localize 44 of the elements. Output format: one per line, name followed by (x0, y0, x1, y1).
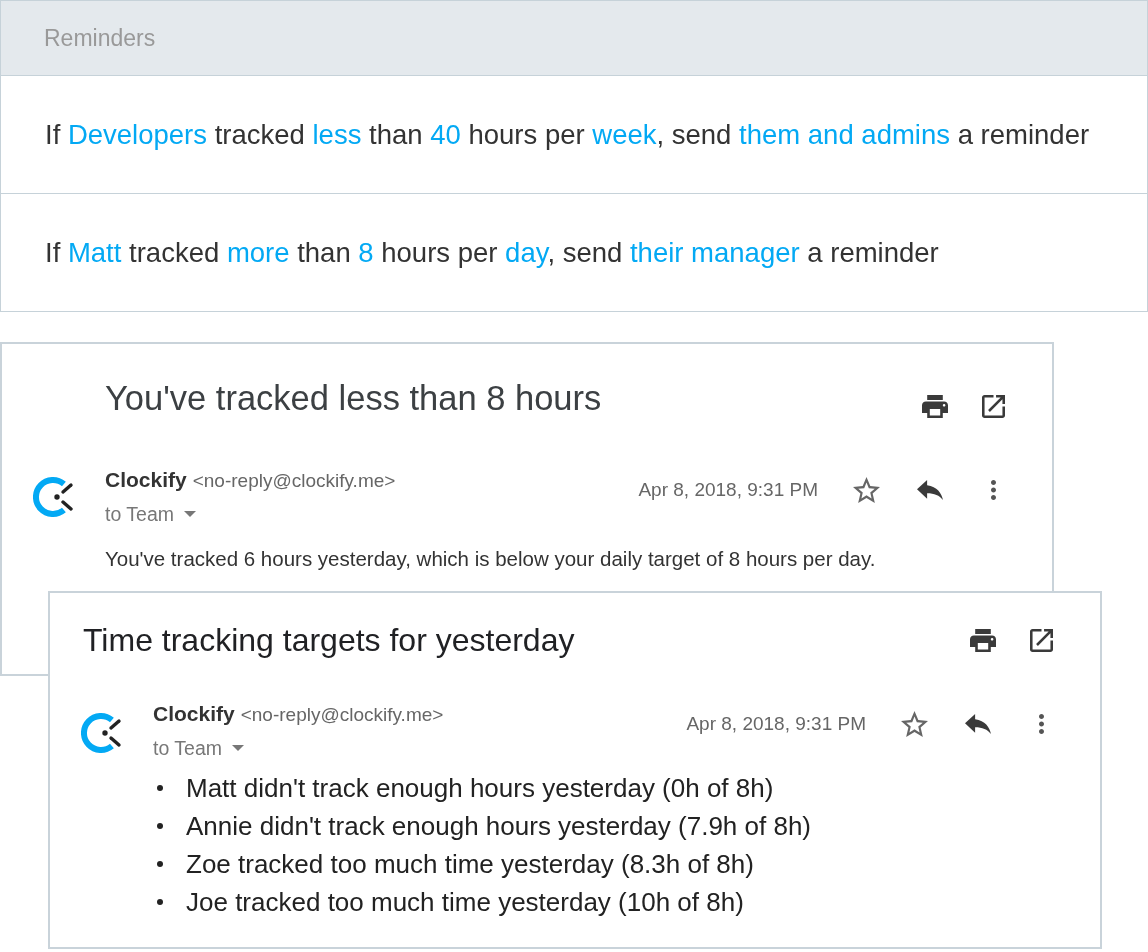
more-options-icon[interactable] (1039, 714, 1044, 734)
rule-link[interactable]: Developers (67, 118, 208, 150)
open-external-icon[interactable] (982, 395, 1005, 418)
reminder-rule: If Matt tracked more than 8 hours per day, send their manager a reminder (45, 235, 939, 270)
bullet-icon (157, 861, 163, 867)
list-item-text: Joe tracked too much time yesterday (10h of 8h) (186, 887, 744, 917)
sender-name: Clockify (105, 468, 187, 492)
sender-email: <no-reply@clockify.me> (240, 703, 444, 727)
panel-title: Reminders (44, 23, 156, 53)
star-icon[interactable] (901, 711, 928, 737)
reply-icon[interactable] (965, 714, 991, 734)
rule-link[interactable]: Matt (67, 236, 122, 268)
reminder-rule: If Developers tracked less than 40 hours per week, send them and admins a reminder (45, 117, 1090, 152)
bullet-icon (157, 823, 163, 829)
caret-icon[interactable] (232, 745, 244, 751)
rule-link[interactable]: 8 (358, 236, 374, 268)
sender-email: <no-reply@clockify.me> (192, 469, 396, 493)
sender-name: Clockify (153, 702, 235, 726)
recipient-text: to Team (153, 736, 222, 760)
rule-link[interactable]: week (592, 118, 657, 150)
email-subject: You've tracked less than 8 hours (105, 379, 602, 417)
open-external-icon[interactable] (1030, 629, 1053, 652)
email-date: Apr 8, 2018, 9:31 PM (686, 712, 866, 736)
rule-link[interactable]: less (312, 118, 362, 150)
email-date: Apr 8, 2018, 9:31 PM (638, 478, 818, 502)
email-subject: Time tracking targets for yesterday (83, 622, 575, 658)
email-body-text: You've tracked 6 hours yesterday, which is below your daily target of 8 hours per day. (105, 547, 876, 571)
rule-link[interactable]: day (505, 236, 548, 268)
recipient-text: to Team (105, 502, 174, 526)
rule-link[interactable]: 40 (430, 118, 461, 150)
print-icon[interactable] (922, 395, 948, 418)
print-icon[interactable] (970, 629, 996, 652)
bullet-icon (157, 785, 163, 791)
rule-link[interactable]: more (226, 236, 290, 268)
rule-link[interactable]: their manager (630, 236, 800, 268)
reply-icon[interactable] (917, 480, 943, 500)
list-item-text: Annie didn't track enough hours yesterday (7.9h of 8h) (186, 811, 811, 841)
more-options-icon[interactable] (991, 480, 996, 500)
list-item-text: Zoe tracked too much time yesterday (8.3h of 8h) (186, 849, 754, 879)
bullet-icon (157, 899, 163, 905)
list-item-text: Matt didn't track enough hours yesterday (0h of 8h) (186, 773, 774, 803)
star-icon[interactable] (853, 477, 880, 503)
rule-link[interactable]: them and admins (739, 118, 950, 150)
caret-icon[interactable] (184, 511, 196, 517)
